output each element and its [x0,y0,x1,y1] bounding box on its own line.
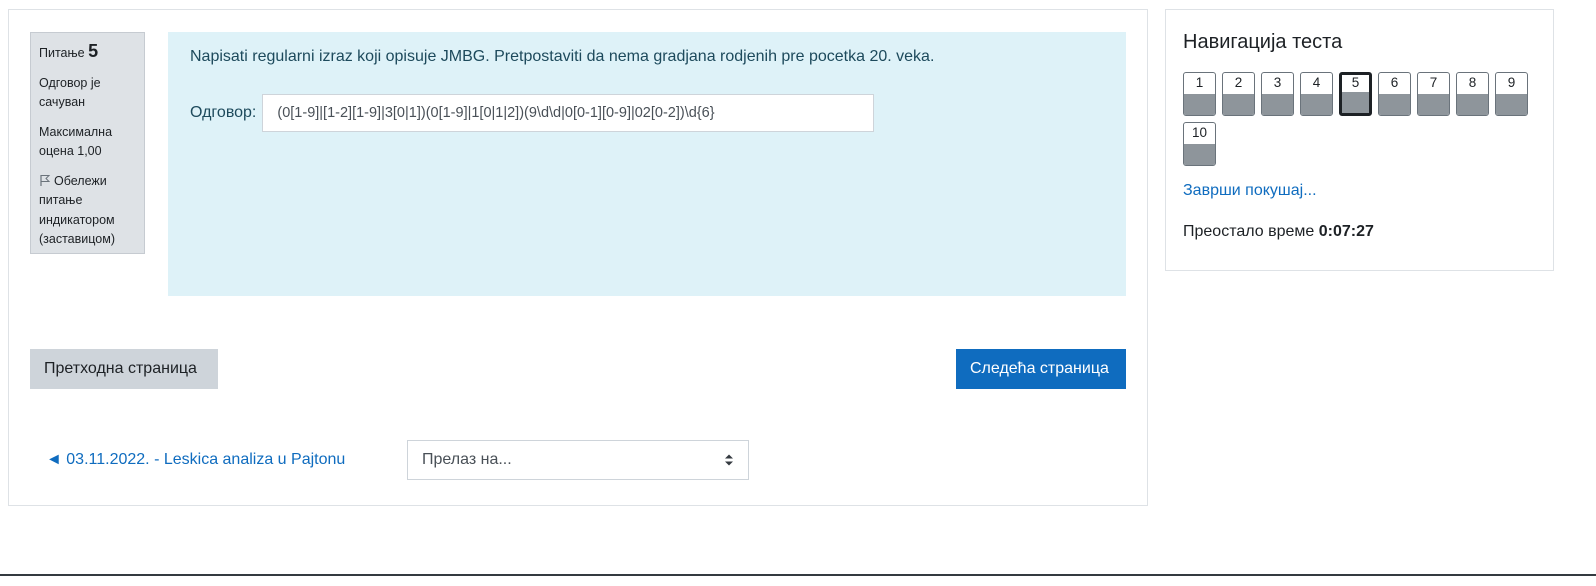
question-nav-answered-indicator [1379,94,1410,115]
question-number-line: Питање 5 [39,41,136,64]
question-nav-answered-indicator [1262,94,1293,115]
question-nav-number: 5 [1351,75,1360,90]
question-nav-number: 9 [1507,75,1516,90]
question-nav-number: 4 [1312,75,1321,90]
question-text: Napisati regularni izraz koji opisuje JM… [190,48,935,65]
time-left: Преостало време 0:07:27 [1183,223,1374,241]
question-nav-answered-indicator [1418,94,1449,115]
question-info-panel: Питање 5 Одговор је сачуван Максимална о… [30,32,145,254]
question-nav-number: 7 [1429,75,1438,90]
question-nav-button-2[interactable]: 2 [1222,72,1255,116]
question-nav-number: 2 [1234,75,1243,90]
answer-status: Одговор је сачуван [39,75,101,110]
question-number: 5 [88,41,99,61]
question-nav-button-8[interactable]: 8 [1456,72,1489,116]
quiz-navigation-block: Навигација теста 1 2 3 4 5 6 7 8 9 10 Заврши поку… [1165,9,1554,271]
max-grade: Максимална оцена 1,00 [39,124,113,159]
question-nav-button-3[interactable]: 3 [1261,72,1294,116]
previous-activity-link[interactable]: ◄ 03.11.2022. - Leskica analiza u Pajton… [46,451,345,469]
jump-to-select-value: Прелаз на... [422,451,512,468]
question-nav-number: 3 [1273,75,1282,90]
flag-question-link[interactable]: Обележи питање индикатором (заставицом) [39,172,136,250]
question-nav-answered-indicator [1301,94,1332,115]
question-nav-answered-indicator [1184,94,1215,115]
question-nav-answered-indicator [1496,94,1527,115]
answer-label: Одговор: [190,104,257,121]
select-arrows-icon [725,454,733,466]
time-left-label: Преостало време [1183,223,1315,240]
flag-icon [40,174,51,186]
time-left-value: 0:07:27 [1318,223,1374,240]
quiz-navigation-title: Навигација теста [1183,31,1343,53]
question-nav-button-9[interactable]: 9 [1495,72,1528,116]
next-page-button[interactable]: Следећа страница [956,349,1126,389]
question-nav-button-10[interactable]: 10 [1183,122,1216,166]
question-nav-button-7[interactable]: 7 [1417,72,1450,116]
question-nav-number: 8 [1468,75,1477,90]
question-nav-answered-indicator [1342,92,1369,113]
question-nav-number: 10 [1191,125,1208,140]
question-nav-answered-indicator [1457,94,1488,115]
question-nav-answered-indicator [1223,94,1254,115]
question-nav-number: 1 [1195,75,1204,90]
question-nav-button-5[interactable]: 5 [1339,72,1372,116]
question-content: Napisati regularni izraz koji opisuje JM… [168,32,1126,296]
previous-page-button[interactable]: Претходна страница [30,349,218,389]
answer-input[interactable] [262,94,875,132]
finish-attempt-link[interactable]: Заврши покушај... [1183,182,1317,200]
question-nav-number: 6 [1390,75,1399,90]
question-nav-button-4[interactable]: 4 [1300,72,1333,116]
question-nav-button-1[interactable]: 1 [1183,72,1216,116]
question-nav-button-6[interactable]: 6 [1378,72,1411,116]
footer-divider [0,574,1596,576]
answer-row: Одговор: [190,94,875,132]
question-label: Питање [39,46,85,60]
jump-to-select[interactable]: Прелаз на... [407,440,749,480]
question-nav-answered-indicator [1184,144,1215,165]
